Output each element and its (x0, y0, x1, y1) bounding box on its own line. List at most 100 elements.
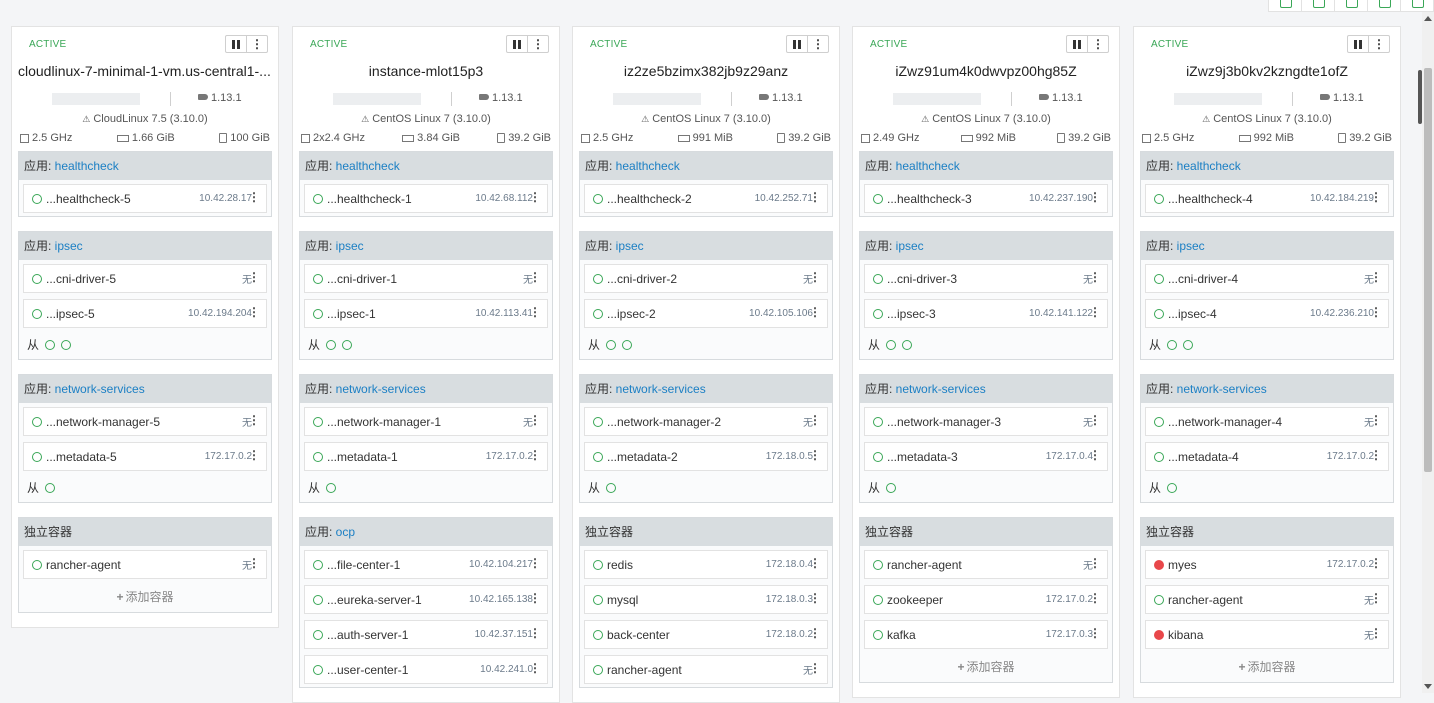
container-name[interactable]: mysql (607, 593, 766, 607)
host-menu-button[interactable]: ⋮ (1087, 36, 1108, 52)
container-menu-icon[interactable]: ⋮ (1089, 271, 1101, 283)
container-menu-icon[interactable]: ⋮ (529, 592, 541, 604)
container-name[interactable]: ...network-manager-3 (887, 415, 1083, 429)
container-name[interactable]: myes (1168, 558, 1327, 572)
container-name[interactable]: ...healthcheck-4 (1168, 192, 1310, 206)
container-menu-icon[interactable]: ⋮ (809, 191, 821, 203)
stack-link[interactable]: ipsec (896, 239, 924, 253)
container-name[interactable]: ...metadata-5 (46, 450, 205, 464)
container-menu-icon[interactable]: ⋮ (1370, 191, 1382, 203)
container-menu-icon[interactable]: ⋮ (1370, 414, 1382, 426)
container-row[interactable]: myes 172.17.0.2 ⋮ (1145, 550, 1389, 579)
container-row[interactable]: ...cni-driver-1 无 ⋮ (304, 264, 548, 293)
container-row[interactable]: back-center 172.18.0.2 ⋮ (584, 620, 828, 649)
container-menu-icon[interactable]: ⋮ (809, 414, 821, 426)
container-row[interactable]: ...network-manager-3 无 ⋮ (864, 407, 1108, 436)
container-row[interactable]: rancher-agent 无 ⋮ (864, 550, 1108, 579)
container-row[interactable]: ...metadata-3 172.17.0.4 ⋮ (864, 442, 1108, 471)
container-menu-icon[interactable]: ⋮ (1089, 449, 1101, 461)
container-name[interactable]: ...ipsec-4 (1168, 307, 1310, 321)
container-name[interactable]: rancher-agent (887, 558, 1083, 572)
host-menu-button[interactable]: ⋮ (527, 36, 548, 52)
container-name[interactable]: zookeeper (887, 593, 1046, 607)
container-menu-icon[interactable]: ⋮ (529, 557, 541, 569)
stack-link[interactable]: healthcheck (616, 159, 680, 173)
host-name[interactable]: cloudlinux-7-minimal-1-vm.us-central1-..… (18, 63, 272, 79)
container-row[interactable]: ...healthcheck-5 10.42.28.17 ⋮ (23, 184, 267, 213)
host-menu-button[interactable]: ⋮ (807, 36, 828, 52)
container-menu-icon[interactable]: ⋮ (809, 306, 821, 318)
container-name[interactable]: ...network-manager-5 (46, 415, 242, 429)
container-menu-icon[interactable]: ⋮ (1089, 592, 1101, 604)
scroll-up-icon[interactable] (1424, 16, 1432, 21)
container-menu-icon[interactable]: ⋮ (1370, 592, 1382, 604)
container-name[interactable]: ...metadata-1 (327, 450, 486, 464)
scroll-thumb[interactable] (1424, 68, 1432, 472)
container-name[interactable]: ...cni-driver-1 (327, 272, 523, 286)
container-row[interactable]: ...auth-server-1 10.42.37.151 ⋮ (304, 620, 548, 649)
container-menu-icon[interactable]: ⋮ (1089, 627, 1101, 639)
container-row[interactable]: rancher-agent 无 ⋮ (1145, 585, 1389, 614)
container-row[interactable]: ...metadata-2 172.18.0.5 ⋮ (584, 442, 828, 471)
container-menu-icon[interactable]: ⋮ (248, 191, 260, 203)
container-row[interactable]: ...user-center-1 10.42.241.0 ⋮ (304, 655, 548, 684)
container-name[interactable]: ...ipsec-1 (327, 307, 475, 321)
container-row[interactable]: ...metadata-5 172.17.0.2 ⋮ (23, 442, 267, 471)
container-name[interactable]: ...healthcheck-5 (46, 192, 199, 206)
container-menu-icon[interactable]: ⋮ (1370, 627, 1382, 639)
sidekick-status-icon[interactable] (1183, 340, 1194, 350)
container-menu-icon[interactable]: ⋮ (1089, 414, 1101, 426)
sidekick-status-icon[interactable] (886, 483, 897, 493)
sidekick-status-icon[interactable] (1167, 340, 1178, 350)
container-row[interactable]: ...cni-driver-2 无 ⋮ (584, 264, 828, 293)
container-name[interactable]: ...ipsec-2 (607, 307, 749, 321)
container-name[interactable]: ...network-manager-2 (607, 415, 803, 429)
pause-button[interactable] (226, 36, 246, 52)
container-row[interactable]: ...healthcheck-3 10.42.237.190 ⋮ (864, 184, 1108, 213)
container-row[interactable]: ...metadata-4 172.17.0.2 ⋮ (1145, 442, 1389, 471)
container-name[interactable]: ...network-manager-4 (1168, 415, 1364, 429)
container-row[interactable]: ...cni-driver-5 无 ⋮ (23, 264, 267, 293)
container-row[interactable]: ...ipsec-1 10.42.113.41 ⋮ (304, 299, 548, 328)
container-row[interactable]: mysql 172.18.0.3 ⋮ (584, 585, 828, 614)
stack-link[interactable]: healthcheck (55, 159, 119, 173)
container-row[interactable]: ...healthcheck-1 10.42.68.112 ⋮ (304, 184, 548, 213)
container-row[interactable]: rancher-agent 无 ⋮ (23, 550, 267, 579)
container-row[interactable]: ...ipsec-5 10.42.194.204 ⋮ (23, 299, 267, 328)
container-name[interactable]: ...file-center-1 (327, 558, 469, 572)
container-menu-icon[interactable]: ⋮ (529, 306, 541, 318)
container-menu-icon[interactable]: ⋮ (1370, 306, 1382, 318)
container-menu-icon[interactable]: ⋮ (1089, 306, 1101, 318)
container-name[interactable]: back-center (607, 628, 766, 642)
sidekick-status-icon[interactable] (326, 340, 337, 350)
container-menu-icon[interactable]: ⋮ (809, 271, 821, 283)
container-menu-icon[interactable]: ⋮ (1370, 557, 1382, 569)
stack-link[interactable]: ipsec (55, 239, 83, 253)
host-menu-button[interactable]: ⋮ (1368, 36, 1389, 52)
toolbar-icon-4[interactable] (1367, 0, 1400, 11)
add-container-button[interactable]: + 添加容器 (1145, 655, 1389, 679)
sidekick-status-icon[interactable] (902, 340, 913, 350)
host-name[interactable]: instance-mlot15p3 (299, 63, 553, 79)
container-name[interactable]: ...healthcheck-1 (327, 192, 475, 206)
container-name[interactable]: ...cni-driver-4 (1168, 272, 1364, 286)
container-row[interactable]: ...eureka-server-1 10.42.165.138 ⋮ (304, 585, 548, 614)
container-name[interactable]: ...cni-driver-5 (46, 272, 242, 286)
toolbar-icon-2[interactable] (1301, 0, 1334, 11)
stack-link[interactable]: ocp (336, 525, 355, 539)
stack-link[interactable]: ipsec (336, 239, 364, 253)
stack-link[interactable]: ipsec (616, 239, 644, 253)
container-row[interactable]: redis 172.18.0.4 ⋮ (584, 550, 828, 579)
toolbar-icon-3[interactable] (1334, 0, 1367, 11)
pause-button[interactable] (507, 36, 527, 52)
container-menu-icon[interactable]: ⋮ (809, 449, 821, 461)
stack-link[interactable]: network-services (1177, 382, 1267, 396)
container-menu-icon[interactable]: ⋮ (1089, 191, 1101, 203)
container-row[interactable]: kibana 无 ⋮ (1145, 620, 1389, 649)
container-name[interactable]: rancher-agent (1168, 593, 1364, 607)
sidekick-status-icon[interactable] (45, 340, 56, 350)
container-name[interactable]: ...network-manager-1 (327, 415, 523, 429)
pause-button[interactable] (1067, 36, 1087, 52)
host-name[interactable]: iz2ze5bzimx382jb9z29anz (579, 63, 833, 79)
container-row[interactable]: zookeeper 172.17.0.2 ⋮ (864, 585, 1108, 614)
